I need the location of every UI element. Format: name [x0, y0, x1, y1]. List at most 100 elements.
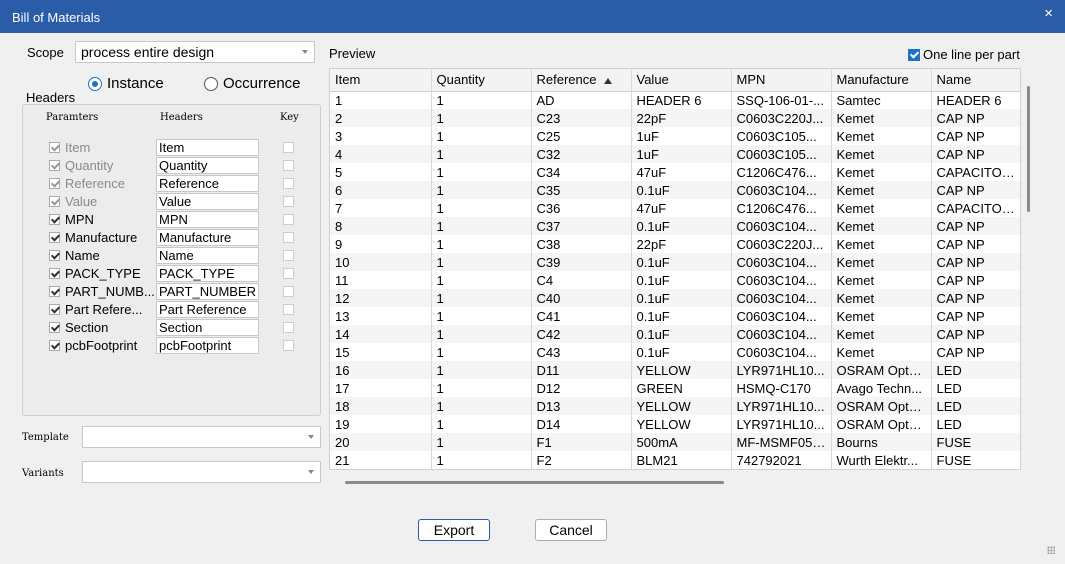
param-name: pcbFootprint — [65, 338, 138, 353]
table-cell: C32 — [531, 145, 632, 163]
key-checkbox[interactable] — [283, 250, 294, 261]
table-row[interactable]: 5 1 C34 47uF C1206C476... Kemet CAPACITOR ... — [330, 163, 1020, 181]
table-row[interactable]: 19 1 D14 YELLOW LYR971HL10... OSRAM Opto... LE… — [330, 415, 1020, 433]
param-row: Name Name — [49, 247, 309, 265]
key-checkbox[interactable] — [283, 322, 294, 333]
table-row[interactable]: 2 1 C23 22pF C0603C220J... Kemet CAP NP — [330, 109, 1020, 127]
vertical-scrollbar[interactable] — [1027, 86, 1030, 212]
table-cell: SSQ-106-01-... — [731, 91, 832, 109]
table-row[interactable]: 12 1 C40 0.1uF C0603C104... Kemet CAP NP — [330, 289, 1020, 307]
scope-value: process entire design — [81, 44, 215, 60]
horizontal-scrollbar[interactable] — [345, 481, 724, 484]
table-cell: C39 — [531, 253, 632, 271]
header-name-input[interactable]: pcbFootprint — [156, 337, 259, 354]
table-cell: 0.1uF — [631, 181, 732, 199]
table-cell: BLM21 — [631, 451, 732, 469]
table-row[interactable]: 15 1 C43 0.1uF C0603C104... Kemet CAP NP — [330, 343, 1020, 361]
key-checkbox[interactable] — [283, 142, 294, 153]
header-name-input[interactable]: Section — [156, 319, 259, 336]
param-name: Manufacture — [65, 230, 138, 245]
table-cell: 1 — [431, 163, 532, 181]
table-row[interactable]: 20 1 F1 500mA MF-MSMF050... Bourns FUSE — [330, 433, 1020, 451]
column-header-item[interactable]: Item — [330, 69, 432, 92]
param-include-checkbox[interactable] — [49, 286, 60, 297]
table-cell: D12 — [531, 379, 632, 397]
table-row[interactable]: 17 1 D12 GREEN HSMQ-C170 Avago Techn... LED — [330, 379, 1020, 397]
key-checkbox[interactable] — [283, 178, 294, 189]
one-line-per-part-checkbox[interactable]: One line per part — [908, 47, 1020, 62]
table-row[interactable]: 4 1 C32 1uF C0603C105... Kemet CAP NP — [330, 145, 1020, 163]
column-header-reference[interactable]: Reference — [531, 69, 632, 92]
table-cell: Bourns — [831, 433, 932, 451]
key-checkbox[interactable] — [283, 160, 294, 171]
param-include-checkbox[interactable] — [49, 214, 60, 225]
column-header-value[interactable]: Value — [631, 69, 732, 92]
table-cell: Avago Techn... — [831, 379, 932, 397]
table-cell: CAPACITOR ... — [931, 163, 1020, 181]
table-row[interactable]: 9 1 C38 22pF C0603C220J... Kemet CAP NP — [330, 235, 1020, 253]
table-row[interactable]: 10 1 C39 0.1uF C0603C104... Kemet CAP NP — [330, 253, 1020, 271]
table-cell: 500mA — [631, 433, 732, 451]
header-name-input[interactable]: PART_NUMBER — [156, 283, 259, 300]
cancel-button[interactable]: Cancel — [535, 519, 607, 541]
resize-grip-icon[interactable] — [1047, 546, 1055, 554]
radio-instance[interactable]: Instance — [88, 75, 164, 92]
table-row[interactable]: 13 1 C41 0.1uF C0603C104... Kemet CAP NP — [330, 307, 1020, 325]
chevron-down-icon — [308, 435, 314, 439]
table-row[interactable]: 1 1 AD HEADER 6 SSQ-106-01-... Samtec HEADER 6 — [330, 91, 1020, 109]
param-include-checkbox[interactable] — [49, 340, 60, 351]
table-row[interactable]: 7 1 C36 47uF C1206C476... Kemet CAPACITOR ... — [330, 199, 1020, 217]
table-cell: HSMQ-C170 — [731, 379, 832, 397]
table-cell: 1uF — [631, 145, 732, 163]
table-cell: FUSE — [931, 451, 1020, 469]
table-row[interactable]: 18 1 D13 YELLOW LYR971HL10... OSRAM Opto... LE… — [330, 397, 1020, 415]
preview-table[interactable]: Item Quantity Reference Value MPN Manufacture… — [329, 68, 1021, 470]
key-checkbox[interactable] — [283, 232, 294, 243]
table-cell: C37 — [531, 217, 632, 235]
radio-occurrence[interactable]: Occurrence — [204, 75, 301, 92]
header-name-input[interactable]: Reference — [156, 175, 259, 192]
param-include-checkbox[interactable] — [49, 304, 60, 315]
table-row[interactable]: 8 1 C37 0.1uF C0603C104... Kemet CAP NP — [330, 217, 1020, 235]
column-header-name[interactable]: Name — [931, 69, 1020, 92]
variants-select[interactable] — [82, 461, 321, 483]
column-header-quantity[interactable]: Quantity — [431, 69, 532, 92]
param-include-checkbox[interactable] — [49, 268, 60, 279]
template-select[interactable] — [82, 426, 321, 448]
header-name-input[interactable]: Value — [156, 193, 259, 210]
column-header-mpn[interactable]: MPN — [731, 69, 832, 92]
header-name-input[interactable]: Item — [156, 139, 259, 156]
header-name-input[interactable]: Part Reference — [156, 301, 259, 318]
table-cell: Kemet — [831, 145, 932, 163]
header-name-input[interactable]: PACK_TYPE — [156, 265, 259, 282]
param-include-checkbox[interactable] — [49, 322, 60, 333]
table-cell: 1 — [431, 343, 532, 361]
param-include-checkbox[interactable] — [49, 232, 60, 243]
key-checkbox[interactable] — [283, 214, 294, 225]
table-row[interactable]: 6 1 C35 0.1uF C0603C104... Kemet CAP NP — [330, 181, 1020, 199]
table-row[interactable]: 11 1 C4 0.1uF C0603C104... Kemet CAP NP — [330, 271, 1020, 289]
scope-select[interactable]: process entire design — [75, 41, 315, 63]
table-cell: 1 — [431, 451, 532, 469]
export-button[interactable]: Export — [418, 519, 490, 541]
param-include-checkbox[interactable] — [49, 250, 60, 261]
header-name-input[interactable]: Quantity — [156, 157, 259, 174]
key-checkbox[interactable] — [283, 304, 294, 315]
key-checkbox[interactable] — [283, 340, 294, 351]
table-cell: 1 — [330, 91, 432, 109]
key-checkbox[interactable] — [283, 286, 294, 297]
table-row[interactable]: 16 1 D11 YELLOW LYR971HL10... OSRAM Opto... LE… — [330, 361, 1020, 379]
header-name-input[interactable]: MPN — [156, 211, 259, 228]
table-row[interactable]: 14 1 C42 0.1uF C0603C104... Kemet CAP NP — [330, 325, 1020, 343]
key-checkbox[interactable] — [283, 196, 294, 207]
table-cell: 22pF — [631, 109, 732, 127]
column-header-label: Item — [335, 72, 361, 88]
column-header-manufacture[interactable]: Manufacture — [831, 69, 932, 92]
table-row[interactable]: 3 1 C25 1uF C0603C105... Kemet CAP NP — [330, 127, 1020, 145]
header-name-input[interactable]: Name — [156, 247, 259, 264]
key-checkbox[interactable] — [283, 268, 294, 279]
title-bar: Bill of Materials × — [0, 0, 1065, 33]
header-name-input[interactable]: Manufacture — [156, 229, 259, 246]
close-icon[interactable]: × — [1044, 5, 1053, 22]
table-row[interactable]: 21 1 F2 BLM21 742792021 Wurth Elektr... FUSE — [330, 451, 1020, 469]
